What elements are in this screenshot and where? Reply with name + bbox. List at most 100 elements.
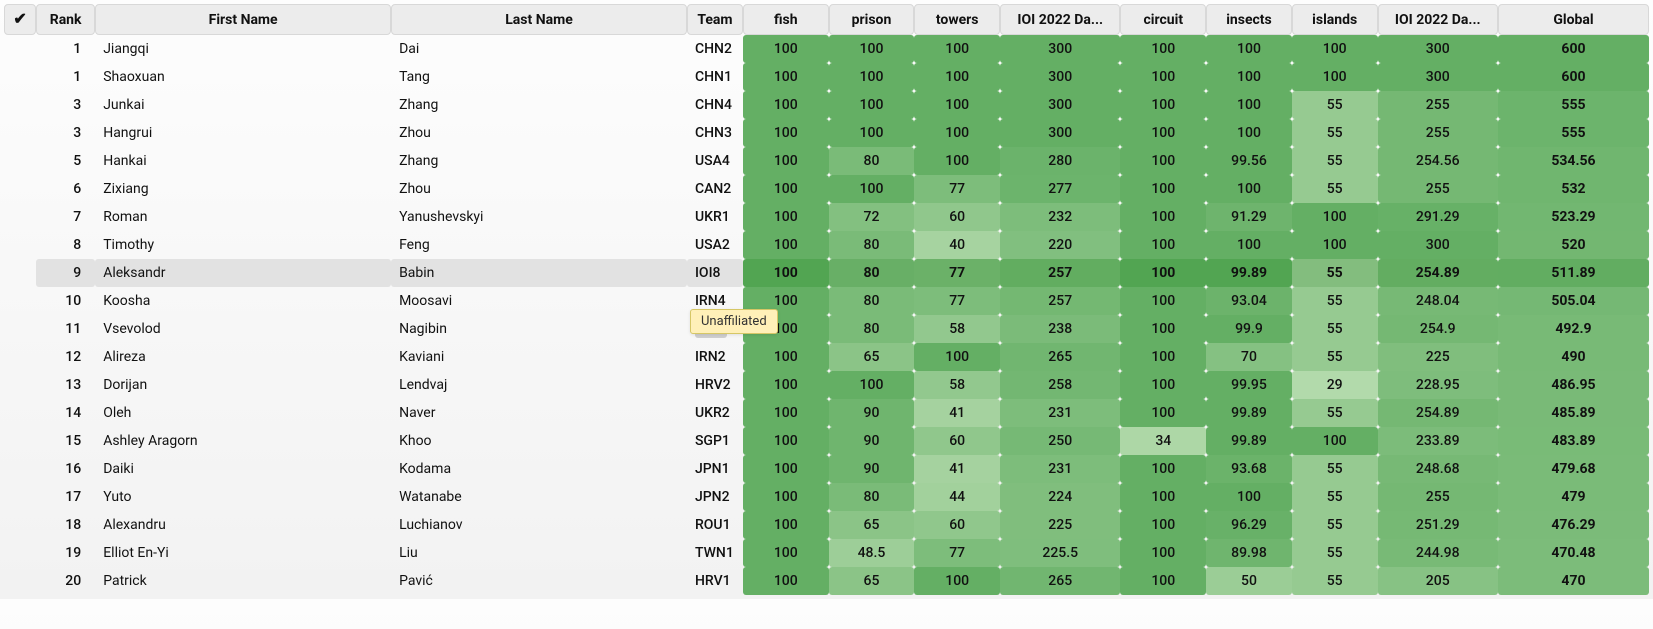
col-day1[interactable]: IOI 2022 Da...	[1000, 4, 1120, 35]
table-row[interactable]: 20PatrickPavićHRV11006510026510050552054…	[4, 567, 1649, 595]
table-row[interactable]: 17YutoWatanabeJPN21008044224100100552554…	[4, 483, 1649, 511]
row-check-cell[interactable]	[4, 147, 36, 175]
col-insects[interactable]: insects	[1206, 4, 1292, 35]
first-name-cell: Yuto	[95, 483, 391, 511]
row-check-cell[interactable]	[4, 287, 36, 315]
team-cell[interactable]: TWN1	[687, 539, 743, 567]
rank-cell: 19	[36, 539, 95, 567]
table-row[interactable]: 10KooshaMoosaviIRN4100807725710093.04552…	[4, 287, 1649, 315]
rank-cell: 16	[36, 455, 95, 483]
table-row[interactable]: 1JiangqiDaiCHN21001001003001001001003006…	[4, 35, 1649, 63]
table-row[interactable]: 3HangruiZhouCHN3100100100300100100552555…	[4, 119, 1649, 147]
islands-cell: 100	[1292, 231, 1378, 259]
table-row[interactable]: 19Elliot En-YiLiuTWN110048.577225.510089…	[4, 539, 1649, 567]
col-check[interactable]: ✔	[4, 4, 36, 35]
row-check-cell[interactable]	[4, 511, 36, 539]
row-check-cell[interactable]	[4, 567, 36, 595]
team-cell[interactable]: HRV1	[687, 567, 743, 595]
team-cell[interactable]: ROU1	[687, 511, 743, 539]
first-name-cell: Hankai	[95, 147, 391, 175]
col-day2[interactable]: IOI 2022 Da...	[1378, 4, 1498, 35]
day2-cell: 291.29	[1378, 203, 1498, 231]
row-check-cell[interactable]	[4, 539, 36, 567]
team-cell[interactable]: CHN4	[687, 91, 743, 119]
row-check-cell[interactable]	[4, 119, 36, 147]
table-row[interactable]: 11VsevolodNagibinIOI6100805823810099.955…	[4, 315, 1649, 343]
team-cell[interactable]: CHN2	[687, 35, 743, 63]
team-cell[interactable]: UKR2	[687, 399, 743, 427]
table-row[interactable]: 3JunkaiZhangCHN4100100100300100100552555…	[4, 91, 1649, 119]
row-check-cell[interactable]	[4, 343, 36, 371]
team-cell[interactable]: IRN2	[687, 343, 743, 371]
team-cell[interactable]: USA4	[687, 147, 743, 175]
table-row[interactable]: 15Ashley AragornKhooSGP110090602503499.8…	[4, 427, 1649, 455]
col-team[interactable]: Team	[687, 4, 743, 35]
table-row[interactable]: 8TimothyFengUSA2100804022010010010030052…	[4, 231, 1649, 259]
rank-cell: 18	[36, 511, 95, 539]
row-check-cell[interactable]	[4, 63, 36, 91]
row-check-cell[interactable]	[4, 427, 36, 455]
table-row[interactable]: 13DorijanLendvajHRV21001005825810099.952…	[4, 371, 1649, 399]
circuit-cell: 100	[1120, 287, 1206, 315]
team-cell[interactable]: USA2	[687, 231, 743, 259]
col-rank[interactable]: Rank	[36, 4, 95, 35]
row-check-cell[interactable]	[4, 259, 36, 287]
global-cell: 485.89	[1498, 399, 1649, 427]
col-first-name[interactable]: First Name	[95, 4, 391, 35]
team-cell[interactable]: IOI6	[687, 315, 743, 343]
team-cell[interactable]: CHN1	[687, 63, 743, 91]
team-cell[interactable]: UKR1	[687, 203, 743, 231]
col-circuit[interactable]: circuit	[1120, 4, 1206, 35]
table-row[interactable]: 12AlirezaKavianiIRN210065100265100705522…	[4, 343, 1649, 371]
prison-cell: 80	[829, 147, 915, 175]
row-check-cell[interactable]	[4, 91, 36, 119]
team-cell[interactable]: IOI8	[687, 259, 743, 287]
table-row[interactable]: 7RomanYanushevskyiUKR1100726023210091.29…	[4, 203, 1649, 231]
towers-cell: 77	[914, 539, 1000, 567]
team-cell[interactable]: CHN3	[687, 119, 743, 147]
table-row[interactable]: 6ZixiangZhouCAN2100100772771001005525553…	[4, 175, 1649, 203]
table-row[interactable]: 5HankaiZhangUSA41008010028010099.5655254…	[4, 147, 1649, 175]
table-row[interactable]: 18AlexandruLuchianovROU1100656022510096.…	[4, 511, 1649, 539]
col-towers[interactable]: towers	[914, 4, 1000, 35]
team-cell[interactable]: JPN1	[687, 455, 743, 483]
row-check-cell[interactable]	[4, 483, 36, 511]
row-check-cell[interactable]	[4, 455, 36, 483]
rank-cell: 7	[36, 203, 95, 231]
circuit-cell: 100	[1120, 175, 1206, 203]
fish-cell: 100	[743, 455, 829, 483]
col-prison[interactable]: prison	[829, 4, 915, 35]
col-last-name[interactable]: Last Name	[391, 4, 687, 35]
circuit-cell: 100	[1120, 455, 1206, 483]
table-row[interactable]: 1ShaoxuanTangCHN110010010030010010010030…	[4, 63, 1649, 91]
table-row[interactable]: 16DaikiKodamaJPN1100904123110093.6855248…	[4, 455, 1649, 483]
last-name-cell: Tang	[391, 63, 687, 91]
first-name-cell: Alexandru	[95, 511, 391, 539]
day1-cell: 220	[1000, 231, 1120, 259]
row-check-cell[interactable]	[4, 203, 36, 231]
last-name-cell: Zhou	[391, 175, 687, 203]
day1-cell: 257	[1000, 259, 1120, 287]
last-name-cell: Dai	[391, 35, 687, 63]
team-cell[interactable]: CAN2	[687, 175, 743, 203]
day2-cell: 254.9	[1378, 315, 1498, 343]
team-cell[interactable]: HRV2	[687, 371, 743, 399]
team-cell[interactable]: JPN2	[687, 483, 743, 511]
row-check-cell[interactable]	[4, 35, 36, 63]
row-check-cell[interactable]	[4, 231, 36, 259]
col-islands[interactable]: islands	[1292, 4, 1378, 35]
towers-cell: 60	[914, 203, 1000, 231]
col-fish[interactable]: fish	[743, 4, 829, 35]
row-check-cell[interactable]	[4, 371, 36, 399]
table-row[interactable]: 14OlehNaverUKR2100904123110099.8955254.8…	[4, 399, 1649, 427]
row-check-cell[interactable]	[4, 315, 36, 343]
circuit-cell: 100	[1120, 371, 1206, 399]
row-check-cell[interactable]	[4, 175, 36, 203]
row-check-cell[interactable]	[4, 399, 36, 427]
col-global[interactable]: Global	[1498, 4, 1649, 35]
towers-cell: 77	[914, 175, 1000, 203]
team-cell[interactable]: IRN4	[687, 287, 743, 315]
table-row[interactable]: 9AleksandrBabinIOI8100807725710099.89552…	[4, 259, 1649, 287]
team-cell[interactable]: SGP1	[687, 427, 743, 455]
first-name-cell: Vsevolod	[95, 315, 391, 343]
